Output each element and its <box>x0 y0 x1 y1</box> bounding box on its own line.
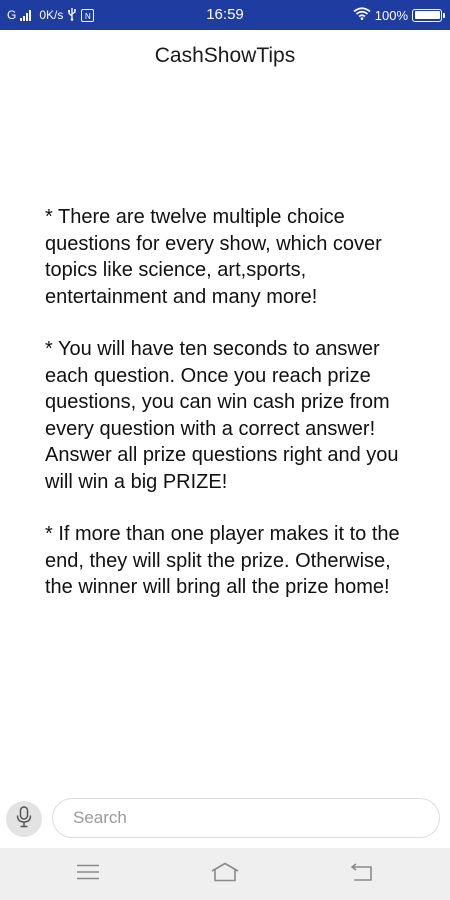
wifi-icon <box>353 7 371 23</box>
tip-paragraph-2: * You will have ten seconds to answer ea… <box>45 338 399 493</box>
back-icon <box>350 862 374 887</box>
microphone-icon <box>16 805 32 833</box>
search-bar <box>0 794 450 846</box>
tips-content: * There are twelve multiple choice quest… <box>45 204 415 627</box>
home-button[interactable] <box>195 848 255 900</box>
search-input[interactable] <box>52 798 440 838</box>
page-title: CashShowTips <box>154 44 296 67</box>
home-icon <box>210 862 240 887</box>
menu-button[interactable] <box>58 848 118 900</box>
menu-icon <box>77 864 99 885</box>
tip-paragraph-3: * If more than one player makes it to th… <box>45 523 400 598</box>
battery-icon <box>412 8 445 22</box>
back-button[interactable] <box>332 848 392 900</box>
status-right: 100% <box>353 0 445 30</box>
microphone-button[interactable] <box>6 801 42 837</box>
battery-percent: 100% <box>374 7 408 23</box>
tip-paragraph-1: * There are twelve multiple choice quest… <box>45 206 382 308</box>
navigation-bar <box>0 848 450 900</box>
status-bar: G 0K/s N 16:59 100% <box>0 0 450 30</box>
